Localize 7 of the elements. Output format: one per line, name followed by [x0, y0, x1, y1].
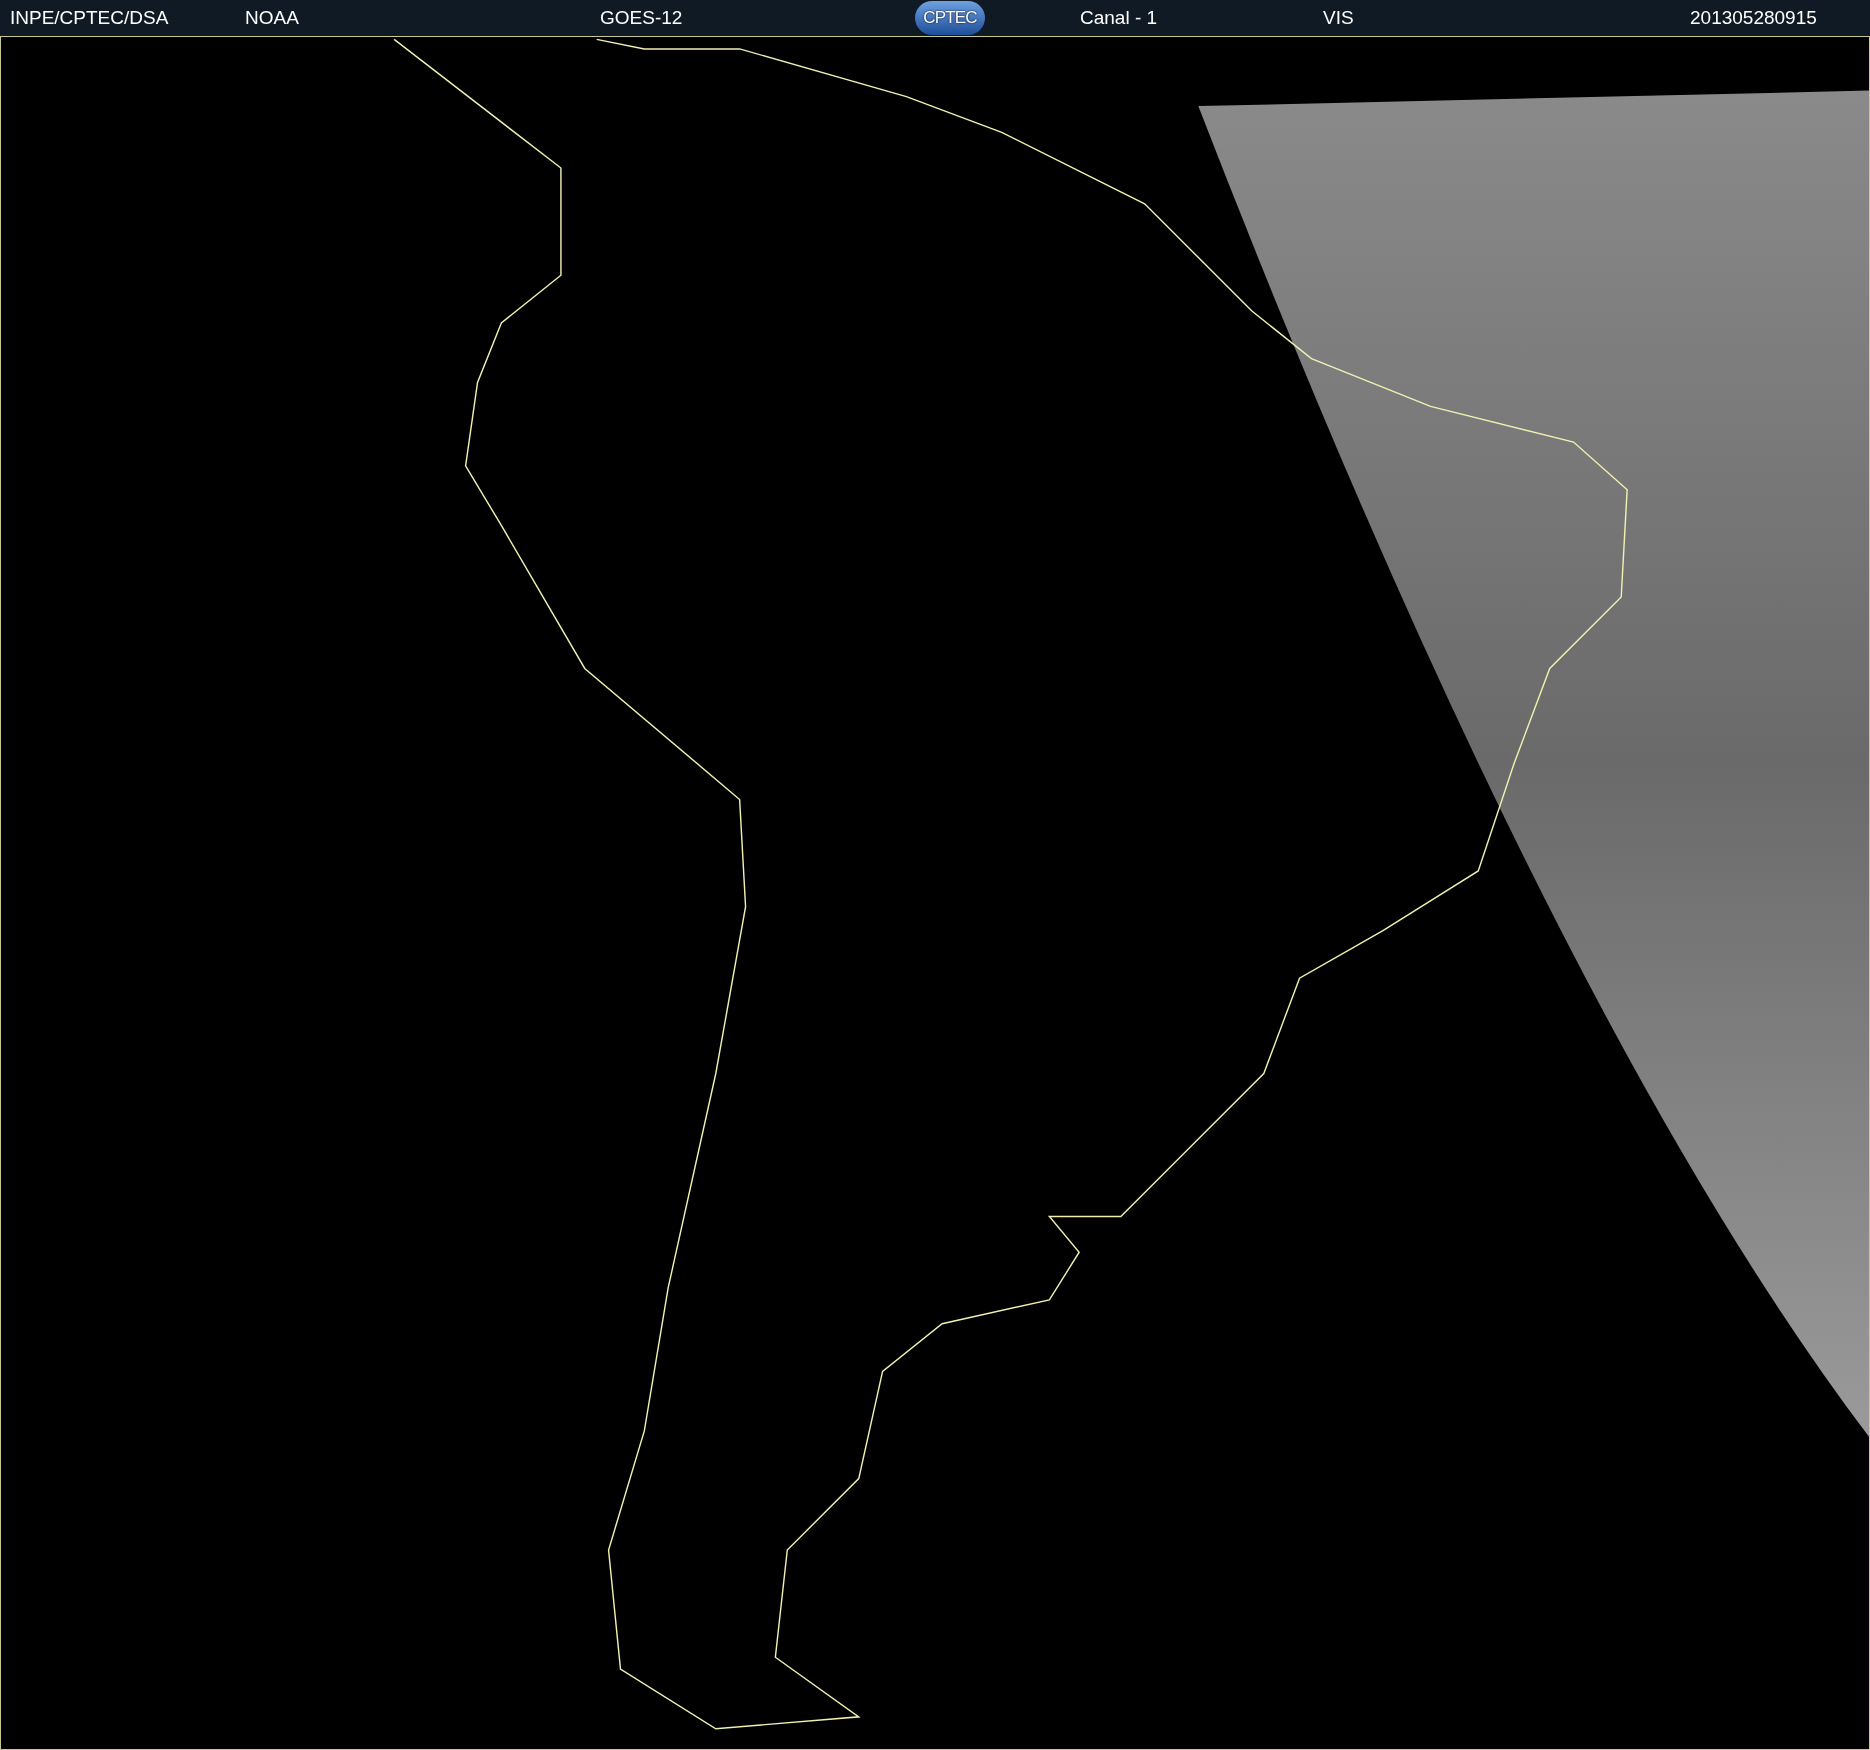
satellite-label: GOES-12 [600, 6, 683, 28]
source-label: INPE/CPTEC/DSA [10, 6, 169, 28]
timestamp-label: 201305280915 [1690, 6, 1817, 28]
logo: CPTEC [915, 1, 985, 35]
band-label: VIS [1323, 6, 1354, 28]
channel-label: Canal - 1 [1080, 6, 1158, 28]
agency-label: NOAA [245, 6, 299, 28]
